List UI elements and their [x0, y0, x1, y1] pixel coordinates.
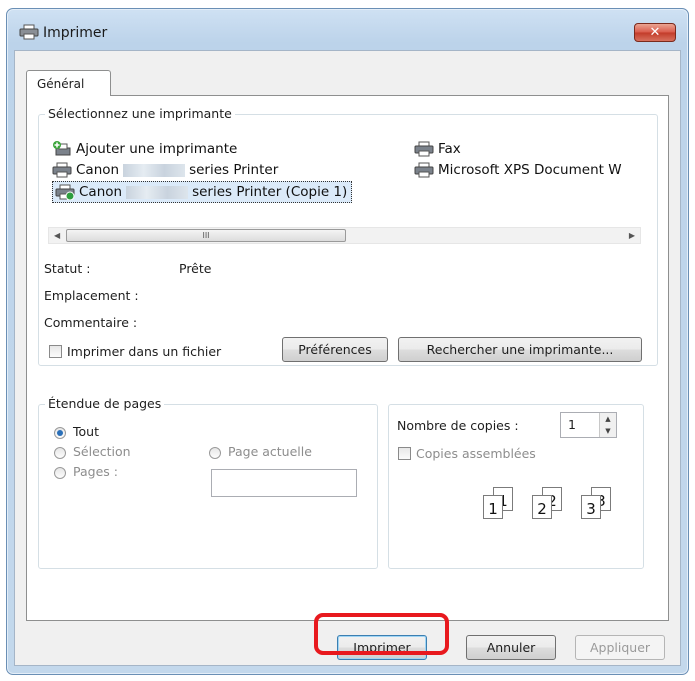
apply-button[interactable]: Appliquer	[575, 635, 665, 660]
status-value: Prête	[179, 261, 212, 276]
copies-value[interactable]: 1	[568, 417, 576, 432]
radio-all-label: Tout	[73, 424, 99, 439]
redacted-model	[123, 163, 186, 177]
printer-item-label-suffix: series Printer (Copie 1)	[192, 184, 348, 200]
window-title: Imprimer	[43, 25, 108, 41]
collate-checkbox[interactable]	[398, 447, 411, 460]
default-printer-icon	[55, 184, 75, 200]
tab-page-general: Sélectionnez une imprimante Ajouter une …	[26, 95, 669, 621]
printer-item-canon[interactable]: Canon series Printer	[52, 160, 278, 180]
radio-current-page[interactable]	[209, 447, 221, 459]
printer-list-scrollbar[interactable]: ◀ III ▶	[48, 227, 641, 244]
copies-label: Nombre de copies :	[397, 418, 519, 433]
copies-group: Nombre de copies : 1 ▲ ▼ Copies assemblé…	[388, 404, 644, 569]
scroll-left-arrow-icon[interactable]: ◀	[54, 231, 60, 240]
page-range-legend: Étendue de pages	[45, 396, 165, 411]
printer-item-canon-copy1[interactable]: Canon series Printer (Copie 1)	[52, 181, 353, 203]
dialog-body: Général Sélectionnez une imprimante Ajou…	[14, 50, 681, 666]
tab-general[interactable]: Général	[26, 70, 111, 96]
printer-item-label: Ajouter une imprimante	[76, 141, 238, 157]
cancel-button[interactable]: Annuler	[466, 635, 556, 660]
printer-item-xps[interactable]: Microsoft XPS Document W	[414, 160, 622, 180]
copies-spinner[interactable]: 1 ▲ ▼	[560, 412, 617, 438]
printer-item-fax[interactable]: Fax	[414, 139, 461, 159]
print-to-file-checkbox[interactable]	[49, 345, 62, 358]
printer-group-legend: Sélectionnez une imprimante	[45, 106, 235, 121]
spin-up-icon[interactable]: ▲	[600, 413, 616, 425]
radio-current-page-label: Page actuelle	[228, 444, 312, 459]
printer-icon	[414, 162, 434, 178]
page-range-group: Étendue de pages Tout Sélection Page act…	[38, 396, 378, 569]
printer-list: Ajouter une imprimante Canon series Prin…	[48, 133, 648, 223]
printer-item-label: Fax	[438, 141, 461, 157]
collate-page: 1	[483, 495, 503, 519]
printer-item-label-prefix: Canon	[76, 162, 120, 178]
radio-pages[interactable]	[54, 467, 66, 479]
collate-page: 2	[532, 495, 552, 519]
spin-down-icon[interactable]: ▼	[600, 425, 616, 437]
redacted-model	[126, 185, 189, 199]
collate-page: 3	[581, 495, 601, 519]
radio-pages-label: Pages :	[73, 464, 118, 479]
scroll-right-arrow-icon[interactable]: ▶	[629, 231, 635, 240]
scroll-thumb[interactable]: III	[66, 229, 346, 242]
print-button[interactable]: Imprimer	[337, 635, 427, 660]
radio-selection-label: Sélection	[73, 444, 131, 459]
comment-label: Commentaire :	[44, 315, 138, 330]
collate-label: Copies assemblées	[416, 446, 536, 461]
find-printer-button[interactable]: Rechercher une imprimante...	[398, 337, 642, 362]
printer-icon	[19, 24, 39, 40]
status-label: Statut :	[44, 261, 91, 276]
fax-icon	[414, 141, 434, 157]
printer-selection-group: Sélectionnez une imprimante Ajouter une …	[38, 106, 658, 366]
title-bar[interactable]: Imprimer ✕	[7, 9, 688, 45]
radio-selection[interactable]	[54, 447, 66, 459]
printer-icon	[52, 162, 72, 178]
collate-illustration: 1 1 2 2 3 3	[479, 485, 639, 545]
add-printer-icon	[53, 141, 71, 156]
preferences-button[interactable]: Préférences	[282, 337, 388, 362]
location-label: Emplacement :	[44, 288, 139, 303]
print-to-file-label: Imprimer dans un fichier	[67, 344, 222, 359]
copies-spin-buttons[interactable]: ▲ ▼	[599, 413, 616, 437]
pages-input[interactable]	[211, 469, 357, 497]
printer-item-label-suffix: series Printer	[189, 162, 279, 178]
close-button[interactable]: ✕	[634, 23, 676, 42]
print-dialog: Imprimer ✕ Général Sélectionnez une impr…	[6, 8, 689, 675]
radio-all[interactable]	[54, 427, 66, 439]
printer-item-label-prefix: Canon	[79, 184, 123, 200]
printer-item-label: Microsoft XPS Document W	[438, 162, 622, 178]
printer-item-add[interactable]: Ajouter une imprimante	[52, 139, 237, 159]
